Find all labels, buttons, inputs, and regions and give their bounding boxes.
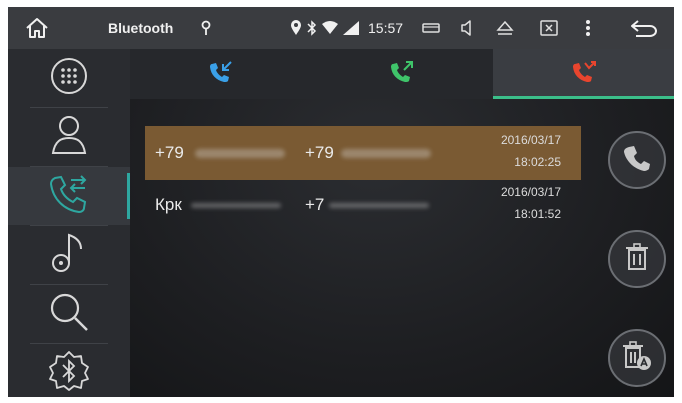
delete-button[interactable] <box>608 230 666 288</box>
call-list-panel: +79 +79 2016/03/17 18:02:25 Крк +7 2016/… <box>130 99 674 397</box>
caller-number: +7 <box>305 195 325 214</box>
wifi-icon <box>321 7 339 49</box>
search-icon <box>47 290 91 339</box>
incoming-call-icon <box>208 60 234 89</box>
call-date: 2016/03/17 <box>500 133 561 147</box>
sidebar-item-contacts[interactable] <box>8 108 130 166</box>
home-icon[interactable] <box>20 7 54 49</box>
eject-icon[interactable] <box>492 7 518 49</box>
redacted-text <box>191 203 281 208</box>
caller-number: +79 <box>305 143 334 162</box>
tab-incoming-calls[interactable] <box>130 49 311 99</box>
sidebar-item-search[interactable] <box>8 285 130 343</box>
call-log-icon <box>47 172 91 221</box>
sidebar-item-call-log[interactable] <box>8 167 130 225</box>
delete-all-button[interactable] <box>608 329 666 387</box>
contacts-icon <box>49 113 89 162</box>
call-row[interactable]: +79 +79 2016/03/17 18:02:25 <box>145 126 581 180</box>
outgoing-call-icon <box>389 60 415 89</box>
phone-icon <box>623 144 651 177</box>
window-icon[interactable] <box>418 7 444 49</box>
bluetooth-phone-screen: Bluetooth 15:57 +79 +79 2016/03/17 18:02… <box>8 7 674 397</box>
status-bar: Bluetooth 15:57 <box>8 7 674 49</box>
volume-icon[interactable] <box>455 7 479 49</box>
delete-all-icon <box>622 340 652 376</box>
redacted-text <box>329 203 429 208</box>
missed-call-icon <box>571 60 597 89</box>
signal-icon <box>342 7 360 49</box>
close-box-icon[interactable] <box>536 7 562 49</box>
call-time: 18:01:52 <box>514 207 561 221</box>
location-pin-icon <box>196 7 216 49</box>
sidebar <box>8 49 130 397</box>
dialpad-icon <box>49 56 89 101</box>
caller-name: +79 <box>155 143 184 162</box>
caller-name: Крк <box>155 195 182 214</box>
call-row[interactable]: Крк +7 2016/03/17 18:01:52 <box>145 178 581 232</box>
music-icon <box>49 231 89 280</box>
tab-outgoing-calls[interactable] <box>311 49 492 99</box>
location-icon <box>288 7 304 49</box>
sidebar-item-dialpad[interactable] <box>8 49 130 107</box>
sidebar-item-bluetooth-settings[interactable] <box>8 344 130 397</box>
bluetooth-icon <box>305 7 319 49</box>
call-type-tabs <box>130 49 674 99</box>
more-vertical-icon[interactable] <box>578 7 598 49</box>
redacted-text <box>195 149 285 158</box>
call-button[interactable] <box>608 131 666 189</box>
status-title: Bluetooth <box>108 20 174 36</box>
back-icon[interactable] <box>626 7 662 49</box>
status-time: 15:57 <box>368 20 404 36</box>
tab-missed-calls[interactable] <box>493 49 674 99</box>
trash-icon <box>625 242 649 276</box>
call-date: 2016/03/17 <box>500 185 561 199</box>
redacted-text <box>341 149 431 158</box>
bluetooth-settings-icon <box>48 350 90 397</box>
sidebar-item-music[interactable] <box>8 226 130 284</box>
call-time: 18:02:25 <box>514 155 561 169</box>
